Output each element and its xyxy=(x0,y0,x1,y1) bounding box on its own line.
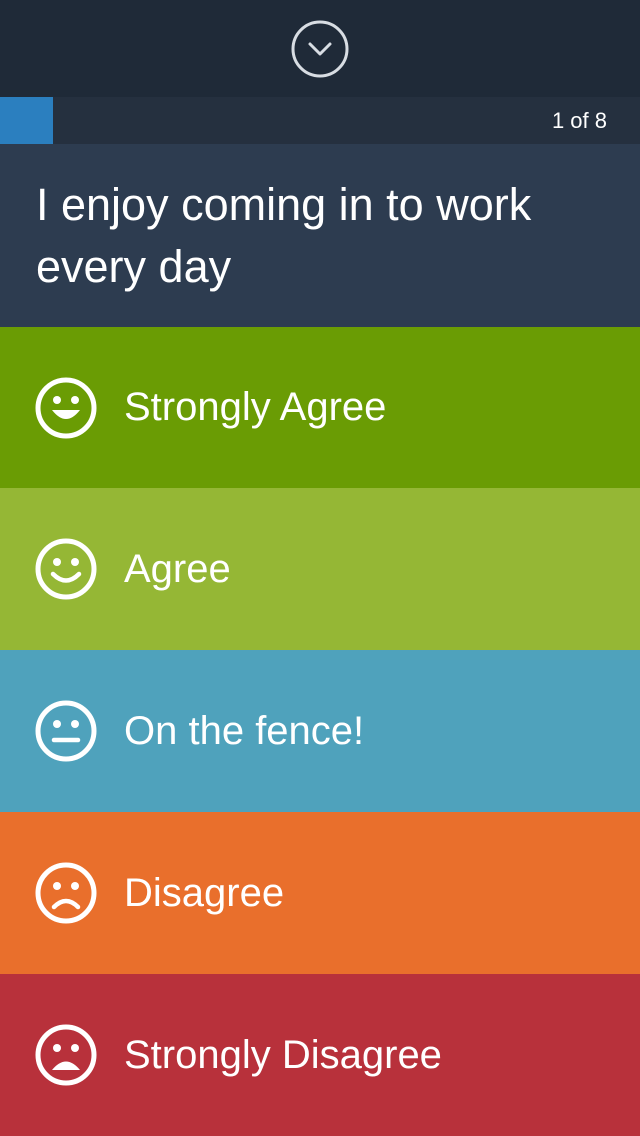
chevron-down-circle-icon xyxy=(291,20,349,77)
neutral-face-icon xyxy=(35,700,97,762)
big-smile-icon xyxy=(35,377,97,438)
frown-icon xyxy=(35,862,97,924)
option-label: Agree xyxy=(124,546,231,591)
question-text: I enjoy coming in to work every day xyxy=(36,179,532,292)
option-on-the-fence[interactable]: On the fence! xyxy=(0,650,640,812)
option-strongly-agree[interactable]: Strongly Agree xyxy=(0,327,640,488)
big-frown-icon xyxy=(35,1024,97,1086)
option-label: On the fence! xyxy=(124,708,365,753)
top-bar xyxy=(0,0,640,97)
smile-icon xyxy=(35,538,97,600)
option-label: Strongly Agree xyxy=(124,385,387,429)
progress-bar: 1 of 8 xyxy=(0,97,640,144)
option-agree[interactable]: Agree xyxy=(0,488,640,650)
progress-fill xyxy=(0,97,53,144)
option-label: Strongly Disagree xyxy=(124,1032,442,1077)
survey-screen: 1 of 8 I enjoy coming in to work every d… xyxy=(0,0,640,1136)
option-disagree[interactable]: Disagree xyxy=(0,812,640,974)
question-panel: I enjoy coming in to work every day xyxy=(0,144,640,327)
option-strongly-disagree[interactable]: Strongly Disagree xyxy=(0,974,640,1136)
answer-options: Strongly Agree Agree On the fence! Disag… xyxy=(0,327,640,1136)
collapse-button[interactable] xyxy=(290,19,350,79)
progress-counter: 1 of 8 xyxy=(551,108,607,133)
option-label: Disagree xyxy=(124,870,285,915)
